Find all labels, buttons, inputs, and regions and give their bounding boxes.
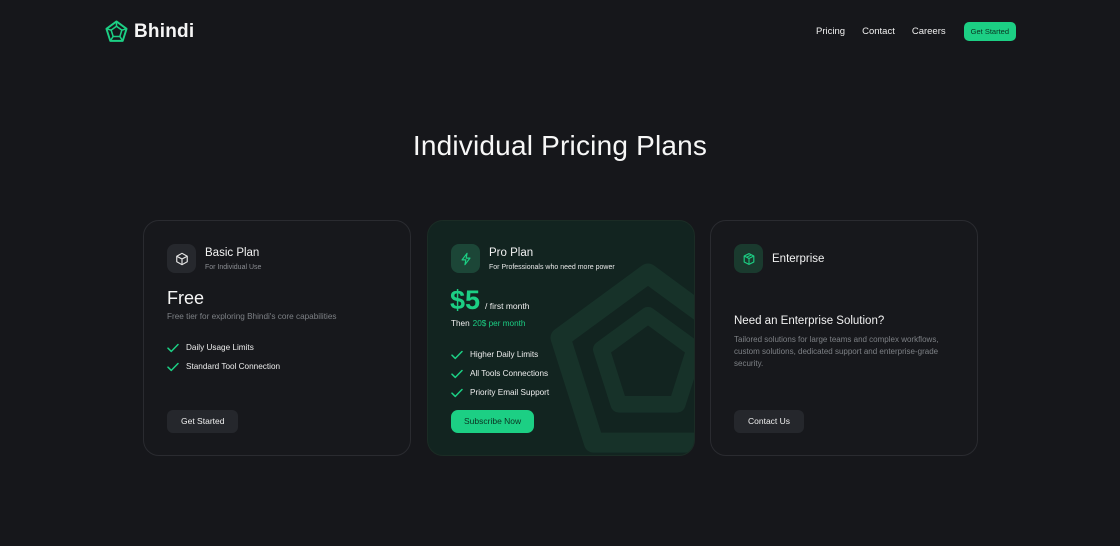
- checkmark-icon: [451, 350, 463, 359]
- checkmark-icon: [167, 343, 179, 352]
- feature-item: Priority Email Support: [451, 383, 549, 402]
- price-period: / first month: [485, 301, 530, 311]
- enterprise-plan-card: Enterprise Need an Enterprise Solution? …: [710, 220, 978, 456]
- nav-link-careers[interactable]: Careers: [912, 26, 946, 37]
- plan-price: Free: [167, 288, 205, 308]
- box-stack-icon: [734, 244, 763, 273]
- cube-icon: [167, 244, 196, 273]
- pro-plan-card: Pro Plan For Professionals who need more…: [427, 220, 695, 456]
- plan-subtitle: For Individual Use: [205, 264, 262, 271]
- page-title: Individual Pricing Plans: [412, 130, 708, 161]
- basic-get-started-button[interactable]: Get Started: [167, 410, 239, 433]
- brand-name: Bhindi: [134, 20, 195, 42]
- feature-label: Daily Usage Limits: [186, 343, 254, 352]
- renewal-prefix: Then: [451, 319, 470, 328]
- feature-list: Higher Daily Limits All Tools Connection…: [451, 345, 549, 402]
- price-row: $5 / first month: [450, 285, 529, 316]
- enterprise-description: Tailored solutions for large teams and c…: [734, 335, 939, 368]
- enterprise-heading: Need an Enterprise Solution?: [734, 315, 885, 327]
- checkmark-icon: [167, 362, 179, 371]
- feature-item: Daily Usage Limits: [167, 338, 280, 357]
- plan-name: Enterprise: [772, 253, 825, 265]
- feature-label: All Tools Connections: [470, 369, 549, 378]
- checkmark-icon: [451, 388, 463, 397]
- feature-item: Standard Tool Connection: [167, 357, 280, 376]
- bhindi-logo-icon: [105, 20, 128, 42]
- renewal-price: Then 20$ per month: [451, 319, 525, 328]
- feature-label: Standard Tool Connection: [186, 362, 281, 371]
- contact-us-button[interactable]: Contact Us: [734, 410, 805, 433]
- feature-label: Priority Email Support: [470, 388, 550, 397]
- bolt-icon: [451, 244, 480, 273]
- logo-watermark-icon: [550, 263, 694, 453]
- renewal-amount: 20$ per month: [472, 319, 526, 328]
- get-started-nav-button[interactable]: Get Started: [963, 22, 1016, 41]
- plan-description: Free tier for exploring Bhindi's core ca…: [167, 312, 337, 321]
- plan-name: Pro Plan: [489, 247, 534, 259]
- top-nav: Pricing Contact Careers Get Started: [816, 22, 1016, 41]
- checkmark-icon: [451, 369, 463, 378]
- subscribe-now-button[interactable]: Subscribe Now: [451, 410, 535, 433]
- feature-label: Higher Daily Limits: [470, 350, 539, 359]
- feature-item: All Tools Connections: [451, 364, 549, 383]
- basic-plan-card: Basic Plan For Individual Use Free Free …: [143, 220, 411, 456]
- nav-link-pricing[interactable]: Pricing: [816, 26, 845, 37]
- nav-link-contact[interactable]: Contact: [862, 26, 895, 37]
- plan-name: Basic Plan: [205, 247, 260, 259]
- feature-item: Higher Daily Limits: [451, 345, 549, 364]
- brand-logo[interactable]: Bhindi: [105, 20, 194, 43]
- plan-price: $5: [450, 285, 481, 315]
- plan-subtitle: For Professionals who need more power: [489, 264, 615, 271]
- feature-list: Daily Usage Limits Standard Tool Connect…: [167, 338, 280, 376]
